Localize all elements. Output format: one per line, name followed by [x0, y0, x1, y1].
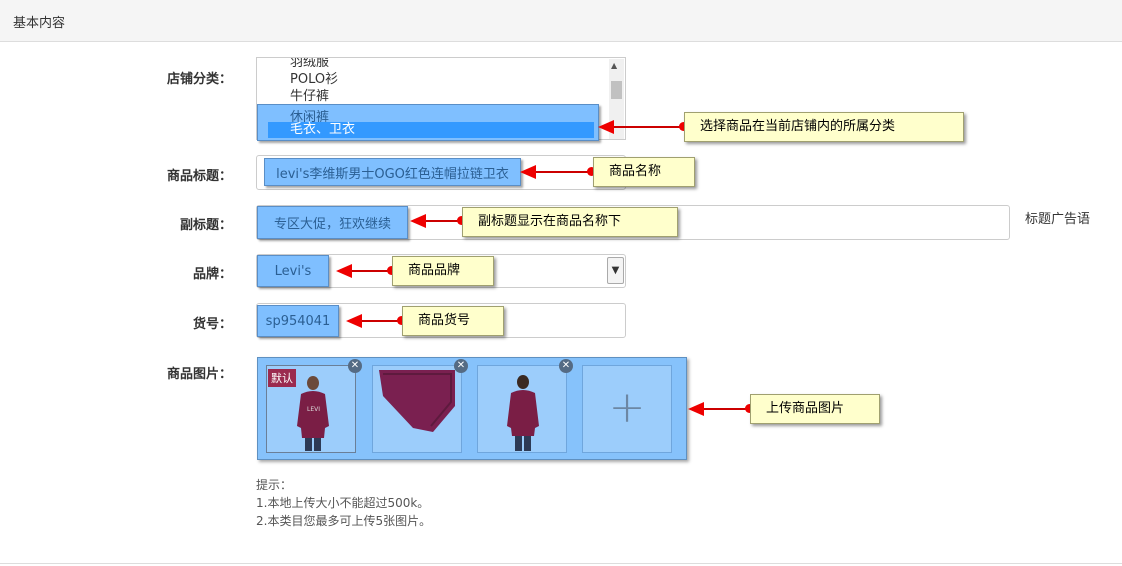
subtitle-value: 专区大促，狂欢继续	[257, 206, 408, 239]
callout-brand: 商品品牌	[392, 256, 494, 286]
brand-label: 品牌：	[192, 267, 232, 282]
scroll-thumb[interactable]	[611, 81, 622, 99]
callout-subtitle: 副标题显示在商品名称下	[462, 207, 678, 237]
category-option[interactable]: 羽绒服	[290, 58, 329, 71]
subtitle-side-text: 标题广告语	[1025, 212, 1091, 227]
category-option[interactable]: 牛仔裤	[290, 89, 329, 105]
callout-sku: 商品货号	[402, 306, 504, 336]
sku-value: sp954041	[257, 305, 339, 337]
hoodie-back-image	[507, 375, 539, 451]
arrow-head-icon	[410, 214, 426, 228]
images-label: 商品图片：	[166, 367, 232, 382]
svg-text:LEVI: LEVI	[307, 406, 320, 413]
add-image-button[interactable]: +	[582, 365, 672, 453]
product-image-thumb[interactable]: 默认 ✕ LEVI	[266, 359, 362, 453]
product-image-thumb[interactable]: ✕	[372, 359, 468, 453]
callout-arrow	[688, 402, 754, 416]
callout-arrow	[336, 264, 396, 278]
hint-line: 2.本类目您最多可上传5张图片。	[256, 514, 432, 528]
callout-arrow	[346, 314, 406, 328]
callout-arrow	[598, 120, 688, 134]
plus-icon: +	[608, 382, 646, 433]
subtitle-label: 副标题：	[179, 218, 232, 233]
chevron-down-icon[interactable]: ▼	[607, 257, 624, 284]
callout-arrow	[410, 214, 466, 228]
arrow-head-icon	[346, 314, 362, 328]
arrow-head-icon	[336, 264, 352, 278]
callout-category: 选择商品在当前店铺内的所属分类	[684, 112, 964, 142]
image-upload-area: 默认 ✕ LEVI ✕ ✕ +	[257, 357, 687, 460]
product-image-thumb[interactable]: ✕	[477, 359, 573, 453]
title-label: 商品标题：	[166, 169, 232, 184]
close-icon[interactable]: ✕	[559, 359, 573, 373]
default-badge: 默认	[268, 369, 296, 387]
callout-title: 商品名称	[593, 157, 695, 187]
callout-images: 上传商品图片	[750, 394, 880, 424]
close-icon[interactable]: ✕	[348, 359, 362, 373]
category-option[interactable]: POLO衫	[290, 72, 338, 88]
hint-line: 1.本地上传大小不能超过500k。	[256, 496, 430, 510]
close-icon[interactable]: ✕	[454, 359, 468, 373]
arrow-head-icon	[598, 120, 614, 134]
category-label: 店铺分类：	[166, 72, 232, 87]
category-highlight: 休闲裤 毛衣、卫衣	[257, 104, 599, 141]
panel-title: 基本内容	[13, 16, 66, 31]
callout-arrow	[520, 165, 596, 179]
sku-label: 货号：	[192, 317, 232, 332]
scroll-up-icon[interactable]: ▲	[611, 61, 617, 70]
panel-header: 基本内容	[0, 0, 1122, 42]
arrow-head-icon	[688, 402, 704, 416]
category-option-selected[interactable]: 毛衣、卫衣	[268, 122, 594, 138]
arrow-head-icon	[520, 165, 536, 179]
title-value: levi's李维斯男士OGO红色连帽拉链卫衣	[264, 158, 521, 186]
hoodie-folded-image	[379, 370, 455, 432]
brand-value: Levi's	[257, 255, 329, 287]
hint-heading: 提示：	[256, 478, 293, 492]
